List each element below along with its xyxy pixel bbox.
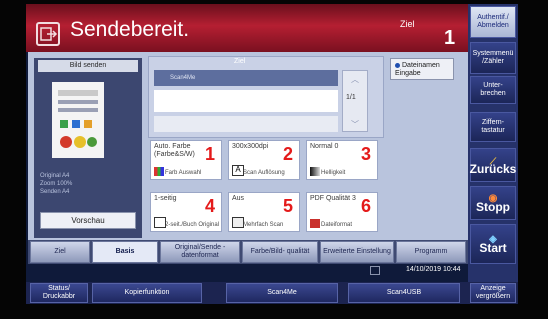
tile-fileformat[interactable]: PDF Qualität 3 Dateiformat 6 xyxy=(306,192,378,232)
tile-number: 1 xyxy=(204,144,215,164)
stop-button[interactable]: ◉ Stopp xyxy=(470,186,516,220)
tile-label: 300x300dpi xyxy=(232,143,269,150)
memory-icon xyxy=(370,266,380,275)
status-strip xyxy=(28,264,468,278)
tile-sub: Helligkeit xyxy=(321,170,346,176)
tile-number: 3 xyxy=(360,144,371,164)
tab-original[interactable]: Original/Sende -datenformat xyxy=(160,241,240,263)
meta-line: Senden A4 xyxy=(40,189,70,195)
preview-thumbnail xyxy=(52,82,104,158)
reset-label: Zurücks xyxy=(469,162,517,176)
send-image-label: Bild senden xyxy=(38,60,138,72)
scan4usb-button[interactable]: Scan4USB xyxy=(348,283,460,303)
tile-number: 4 xyxy=(204,196,215,216)
tile-label: 1-seitig xyxy=(154,195,177,202)
ziel-label: Ziel xyxy=(400,19,415,29)
meta-info: Original A4 Zoom 100% Senden A4 xyxy=(40,172,140,196)
tile-resolution[interactable]: 300x300dpi A Scan Auflösung 2 xyxy=(228,140,300,180)
tab-color-quality[interactable]: Farbe/Bild- qualität xyxy=(242,241,318,263)
filename-button[interactable]: Dateinamen Eingabe xyxy=(390,58,454,80)
status-button[interactable]: Status/ Druckabbr xyxy=(30,283,88,303)
stop-label: Stopp xyxy=(476,200,510,214)
destination-label: Ziel xyxy=(234,58,246,65)
auth-button[interactable]: Authentif./ Abmelden xyxy=(470,6,516,38)
tile-number: 2 xyxy=(282,144,293,164)
tile-multiscan[interactable]: Aus Mehrfach Scan 5 xyxy=(228,192,300,232)
tile-number: 5 xyxy=(282,196,293,216)
tile-sub: Dateiformat xyxy=(321,222,353,228)
tile-sub: Scan Auflösung xyxy=(243,170,285,176)
send-icon xyxy=(36,22,60,46)
destination-entry-text: Scan4Me xyxy=(170,75,196,81)
tab-ziel[interactable]: Ziel xyxy=(30,241,90,263)
destination-row-empty[interactable] xyxy=(154,116,338,132)
meta-line: Original A4 xyxy=(40,173,70,179)
tab-program[interactable]: Programm xyxy=(396,241,466,263)
interrupt-button[interactable]: Unter- brechen xyxy=(470,76,516,104)
page-indicator: 1/1 xyxy=(346,94,356,101)
tab-advanced[interactable]: Erweiterte Einstellung xyxy=(320,241,394,263)
scroll-down-icon[interactable]: ﹀ xyxy=(343,119,367,130)
start-label: Start xyxy=(479,241,507,255)
destination-row-empty[interactable] xyxy=(154,90,338,112)
tab-basis[interactable]: Basis xyxy=(92,241,158,263)
tile-number: 6 xyxy=(360,196,371,216)
scroll-up-icon[interactable]: ︿ xyxy=(343,74,367,85)
pdf-icon xyxy=(310,219,320,228)
tile-color-select[interactable]: Auto. Farbe (Farbe&S/W) Farb Auswahl 1 xyxy=(150,140,222,180)
meta-line: Zoom 100% xyxy=(40,181,73,187)
tile-duplex[interactable]: 1-seitig 2-seit./Buch Original 4 xyxy=(150,192,222,232)
copy-function-button[interactable]: Kopierfunktion xyxy=(92,283,202,303)
filename-icon xyxy=(395,62,400,68)
numkeys-button[interactable]: Ziffern- tastatur xyxy=(470,112,516,142)
reset-button[interactable]: ⟋ Zurücks xyxy=(470,148,516,182)
tile-sub: 2-seit./Buch Original xyxy=(165,222,220,228)
filename-label: Dateinamen Eingabe xyxy=(395,62,440,77)
color-icon xyxy=(154,167,164,176)
tile-label: PDF Qualität 3 xyxy=(310,195,356,202)
tile-sub: Farb Auswahl xyxy=(165,170,202,176)
tile-sub: Mehrfach Scan xyxy=(243,222,284,228)
tile-brightness[interactable]: Normal 0 Helligkeit 3 xyxy=(306,140,378,180)
start-button[interactable]: ◈ Start xyxy=(470,224,516,264)
datetime: 14/10/2019 10:44 xyxy=(406,266,461,273)
ziel-count: 1 xyxy=(444,27,456,49)
zoom-view-button[interactable]: Anzeige vergrößern xyxy=(470,283,516,303)
scan4me-button[interactable]: Scan4Me xyxy=(226,283,338,303)
tile-label: Normal 0 xyxy=(310,143,339,150)
page-title: Sendebereit. xyxy=(70,18,190,41)
destination-scrollbar[interactable]: ︿ ﹀ xyxy=(342,70,368,132)
destination-entry[interactable]: Scan4Me xyxy=(154,70,338,86)
brightness-icon xyxy=(310,167,320,176)
preview-button[interactable]: Vorschau xyxy=(40,212,136,229)
system-menu-button[interactable]: Systemmenü /Zähler xyxy=(470,42,516,74)
tile-label: Aus xyxy=(232,195,245,202)
